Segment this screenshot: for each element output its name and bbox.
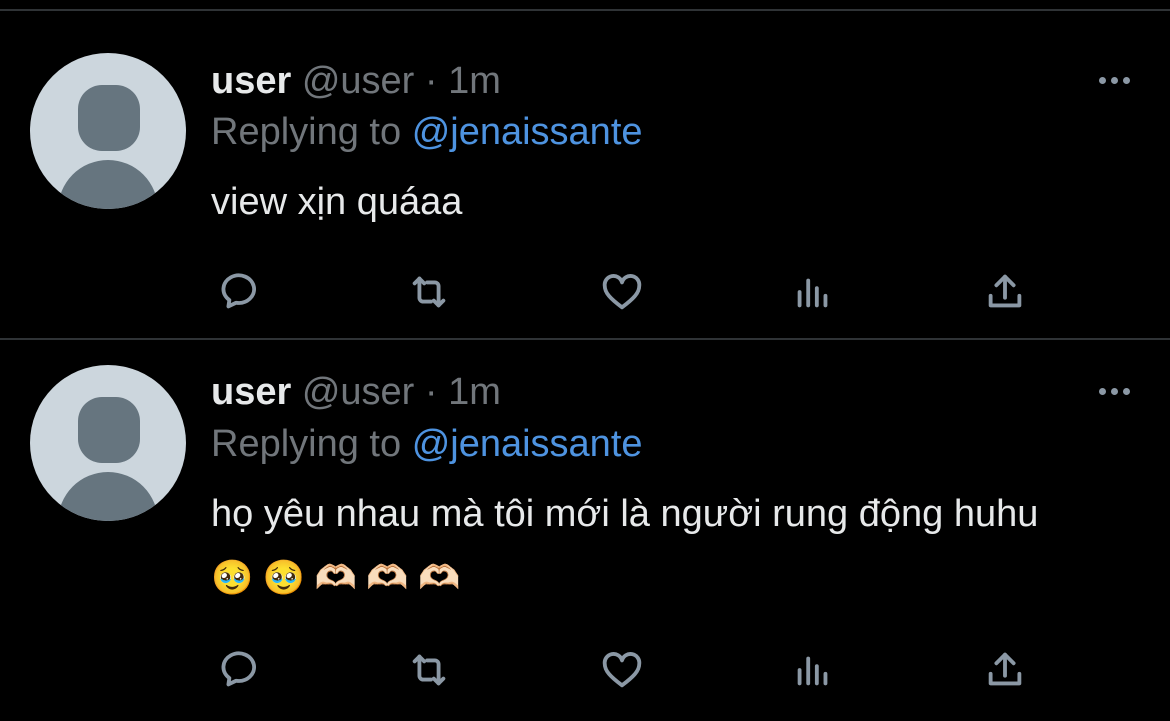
avatar[interactable] <box>30 365 186 521</box>
retweet-button[interactable] <box>404 267 454 317</box>
share-button[interactable] <box>980 267 1030 317</box>
replying-to: Replying to @jenaissante <box>211 110 643 154</box>
tweet-header: user @user · 1m <box>211 370 501 414</box>
tweet[interactable]: user @user · 1m Replying to @jenaissante… <box>0 11 1170 338</box>
user-handle[interactable]: @user <box>302 60 415 102</box>
avatar-head <box>78 85 140 151</box>
more-dot <box>1123 388 1130 395</box>
replying-to: Replying to @jenaissante <box>211 422 643 466</box>
display-name[interactable]: user <box>211 60 291 102</box>
retweet-icon <box>412 276 446 308</box>
retweet-button[interactable] <box>404 645 454 695</box>
avatar-head <box>78 397 140 463</box>
more-icon[interactable] <box>1099 77 1130 84</box>
avatar-body <box>58 160 158 209</box>
more-dot <box>1111 77 1118 84</box>
tweet-header: user @user · 1m <box>211 59 501 103</box>
analytics-icon <box>797 656 828 686</box>
replying-label: Replying to <box>211 111 402 153</box>
separator: · <box>424 60 438 102</box>
mention-link[interactable]: @jenaissante <box>412 423 643 465</box>
separator: · <box>424 371 438 413</box>
share-icon <box>988 652 1022 686</box>
like-button[interactable] <box>597 267 647 317</box>
more-dot <box>1099 77 1106 84</box>
user-handle[interactable]: @user <box>302 371 415 413</box>
retweet-icon <box>412 654 446 686</box>
reply-button[interactable] <box>213 645 263 695</box>
mention-link[interactable]: @jenaissante <box>412 111 643 153</box>
avatar[interactable] <box>30 53 186 209</box>
reply-icon <box>221 651 256 687</box>
emoji-sequence: 🥹 🥹 🫶🏻 🫶🏻 🫶🏻 <box>211 558 461 597</box>
more-dot <box>1099 388 1106 395</box>
share-icon <box>988 274 1022 308</box>
tweet[interactable]: user @user · 1m Replying to @jenaissante… <box>0 340 1170 721</box>
more-dot <box>1111 388 1118 395</box>
avatar-body <box>58 472 158 521</box>
tweet-text: view xịn quáaa <box>211 171 1111 233</box>
tweet-text: họ yêu nhau mà tôi mới là người rung độn… <box>211 483 1111 609</box>
tweet-feed: user @user · 1m Replying to @jenaissante… <box>0 0 1170 721</box>
more-dot <box>1123 77 1130 84</box>
analytics-button[interactable] <box>788 267 838 317</box>
more-icon[interactable] <box>1099 388 1130 395</box>
timestamp[interactable]: 1m <box>448 60 501 102</box>
like-icon <box>602 652 642 688</box>
share-button[interactable] <box>980 645 1030 695</box>
tweet-text-content: họ yêu nhau mà tôi mới là người rung độn… <box>211 493 1039 535</box>
reply-button[interactable] <box>213 267 263 317</box>
timestamp[interactable]: 1m <box>448 371 501 413</box>
analytics-icon <box>797 278 828 308</box>
replying-label: Replying to <box>211 423 402 465</box>
display-name[interactable]: user <box>211 371 291 413</box>
tweet-text-content: view xịn quáaa <box>211 181 463 223</box>
action-bar <box>0 267 1170 317</box>
action-bar <box>0 645 1170 695</box>
reply-icon <box>221 273 256 309</box>
analytics-button[interactable] <box>788 645 838 695</box>
like-button[interactable] <box>597 645 647 695</box>
like-icon <box>602 274 642 310</box>
